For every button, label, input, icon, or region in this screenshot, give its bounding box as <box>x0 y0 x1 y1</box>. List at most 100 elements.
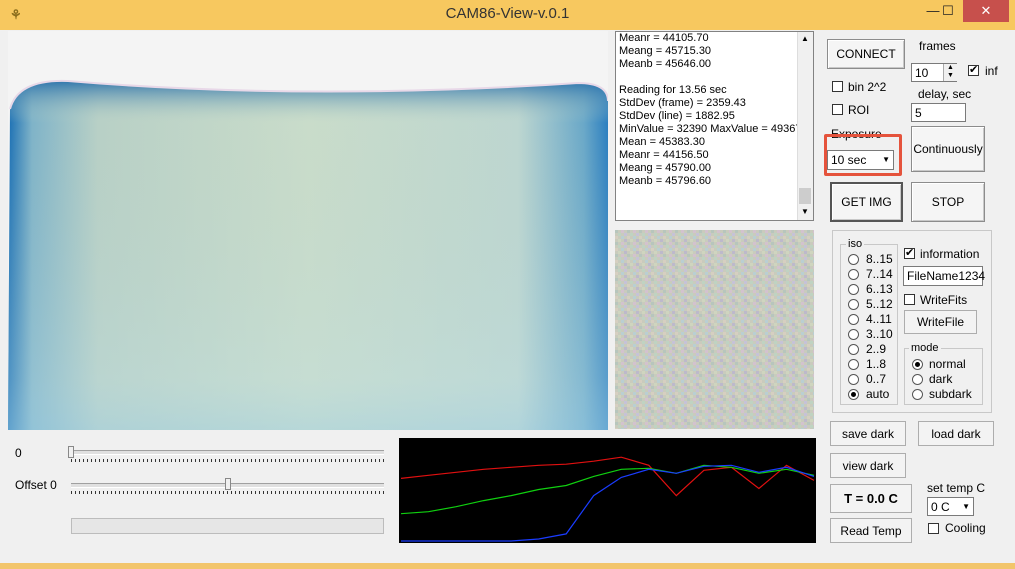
delay-label: delay, sec <box>918 87 972 101</box>
iso-option-label: 6..13 <box>866 282 893 296</box>
histogram-plot <box>399 438 816 543</box>
iso-option-label: 4..11 <box>866 312 892 326</box>
bin-checkbox[interactable] <box>832 81 843 92</box>
iso-option-label: 2..9 <box>866 342 887 356</box>
cooling-label: Cooling <box>945 521 986 535</box>
scroll-down-icon[interactable]: ▼ <box>801 207 809 216</box>
log-line: MinValue = 32390 MaxValue = 49367 <box>619 123 802 135</box>
inf-label: inf <box>985 64 998 78</box>
scroll-thumb[interactable] <box>799 188 811 204</box>
writefits-checkbox[interactable] <box>904 294 915 305</box>
taskbar-strip <box>0 563 1015 569</box>
close-button[interactable]: ✕ <box>963 0 1009 22</box>
log-textbox[interactable]: Meanr = 44105.70 Meang = 45715.30 Meanb = … <box>615 31 814 221</box>
inf-checkbox[interactable] <box>968 63 979 76</box>
log-line: Meanr = 44105.70 <box>619 32 709 44</box>
mode-radio[interactable] <box>912 389 923 400</box>
zoom-preview <box>615 230 814 429</box>
writefits-label: WriteFits <box>920 293 968 307</box>
information-checkbox[interactable] <box>904 246 915 259</box>
iso-option-label: 0..7 <box>866 372 887 386</box>
app-window: ⚘ CAM86-View-v.0.1 — ☐ ✕ Meanr = 44105.7… <box>0 0 1015 569</box>
read-temp-button[interactable]: Read Temp <box>830 518 912 543</box>
log-line: Meanb = 45646.00 <box>619 58 712 70</box>
zoom-preview-svg <box>615 230 814 429</box>
histogram-blue-line <box>401 464 815 542</box>
iso-radio[interactable] <box>848 359 859 370</box>
iso-radio[interactable] <box>848 269 859 280</box>
log-line: StdDev (line) = 1882.95 <box>619 110 735 122</box>
save-dark-button[interactable]: save dark <box>830 421 906 446</box>
set-temp-select[interactable]: 0 C ▼ <box>927 497 974 516</box>
gain-slider-knob[interactable] <box>68 446 74 458</box>
delay-field[interactable]: 5 <box>911 103 966 122</box>
frames-label: frames <box>919 39 956 53</box>
log-line: Meang = 45790.00 <box>619 162 712 174</box>
mode-title: mode <box>909 342 941 354</box>
log-line: Meanb = 45796.60 <box>619 175 712 187</box>
exposure-highlight <box>824 134 902 176</box>
roi-label: ROI <box>848 103 870 117</box>
offset-slider-knob[interactable] <box>224 478 231 490</box>
view-dark-button[interactable]: view dark <box>830 453 906 478</box>
offset-label: Offset 0 <box>15 478 57 492</box>
frames-value: 10 <box>915 66 929 80</box>
frames-spinner[interactable]: ▲ ▼ <box>943 64 957 81</box>
continuously-button[interactable]: Continuously <box>911 126 985 172</box>
stop-button[interactable]: STOP <box>911 182 985 222</box>
title-bar: ⚘ CAM86-View-v.0.1 — ☐ ✕ <box>0 0 1015 30</box>
iso-radio[interactable] <box>848 344 859 355</box>
iso-radio[interactable] <box>848 374 859 385</box>
progress-bar <box>71 518 384 534</box>
maximize-button[interactable]: ☐ <box>933 0 963 22</box>
log-scrollbar[interactable]: ▲ ▼ <box>797 32 813 220</box>
iso-radio[interactable] <box>848 299 859 310</box>
roi-checkbox[interactable] <box>832 104 843 115</box>
mode-option-label: dark <box>929 372 953 386</box>
window-title: CAM86-View-v.0.1 <box>445 5 570 22</box>
set-temp-value: 0 C <box>931 500 950 514</box>
iso-title: iso <box>846 238 865 250</box>
gain-label: 0 <box>15 446 22 460</box>
gain-slider-track[interactable] <box>71 450 384 455</box>
iso-option-label: 1..8 <box>866 357 887 371</box>
histogram-svg <box>400 456 815 542</box>
filename-value: FileName1234 <box>907 269 986 283</box>
temperature-readout: T = 0.0 C <box>830 484 912 513</box>
scroll-up-icon[interactable]: ▲ <box>801 34 809 43</box>
iso-option-label: 8..15 <box>866 252 893 266</box>
iso-radio[interactable] <box>848 284 859 295</box>
captured-image-svg <box>8 31 609 430</box>
cooling-checkbox[interactable] <box>928 523 939 534</box>
log-line: Mean = 45383.30 <box>619 136 705 148</box>
iso-option-label: auto <box>866 387 890 401</box>
log-lines: Meanr = 44105.70 Meang = 45715.30 Meanb = … <box>616 32 813 188</box>
load-dark-button[interactable]: load dark <box>918 421 994 446</box>
set-temp-label: set temp C <box>927 481 986 495</box>
filename-field[interactable]: FileName1234 <box>903 266 986 286</box>
bin-label: bin 2^2 <box>848 80 887 94</box>
log-line: StdDev (frame) = 2359.43 <box>619 97 746 109</box>
offset-slider-ticks <box>71 491 384 494</box>
mode-option-label: subdark <box>929 387 972 401</box>
iso-radio[interactable] <box>848 329 859 340</box>
mode-option-label: normal <box>929 357 966 371</box>
connect-button[interactable]: CONNECT <box>827 39 905 69</box>
mode-radio[interactable] <box>912 359 923 370</box>
get-img-button[interactable]: GET IMG <box>830 182 903 222</box>
iso-option-label: 7..14 <box>866 267 893 281</box>
log-line: Meang = 45715.30 <box>619 45 712 57</box>
histogram-red-line <box>400 456 815 497</box>
iso-radio[interactable] <box>848 314 859 325</box>
mode-radio[interactable] <box>912 374 923 385</box>
gain-slider-ticks <box>71 459 384 462</box>
log-line: Meanr = 44156.50 <box>619 149 709 161</box>
iso-radio[interactable] <box>848 389 859 400</box>
chevron-down-icon: ▼ <box>962 502 970 511</box>
captured-image[interactable] <box>8 31 609 430</box>
histogram-green-line <box>400 464 815 515</box>
delay-value: 5 <box>915 106 922 120</box>
iso-radio[interactable] <box>848 254 859 265</box>
writefile-button[interactable]: WriteFile <box>904 310 977 334</box>
